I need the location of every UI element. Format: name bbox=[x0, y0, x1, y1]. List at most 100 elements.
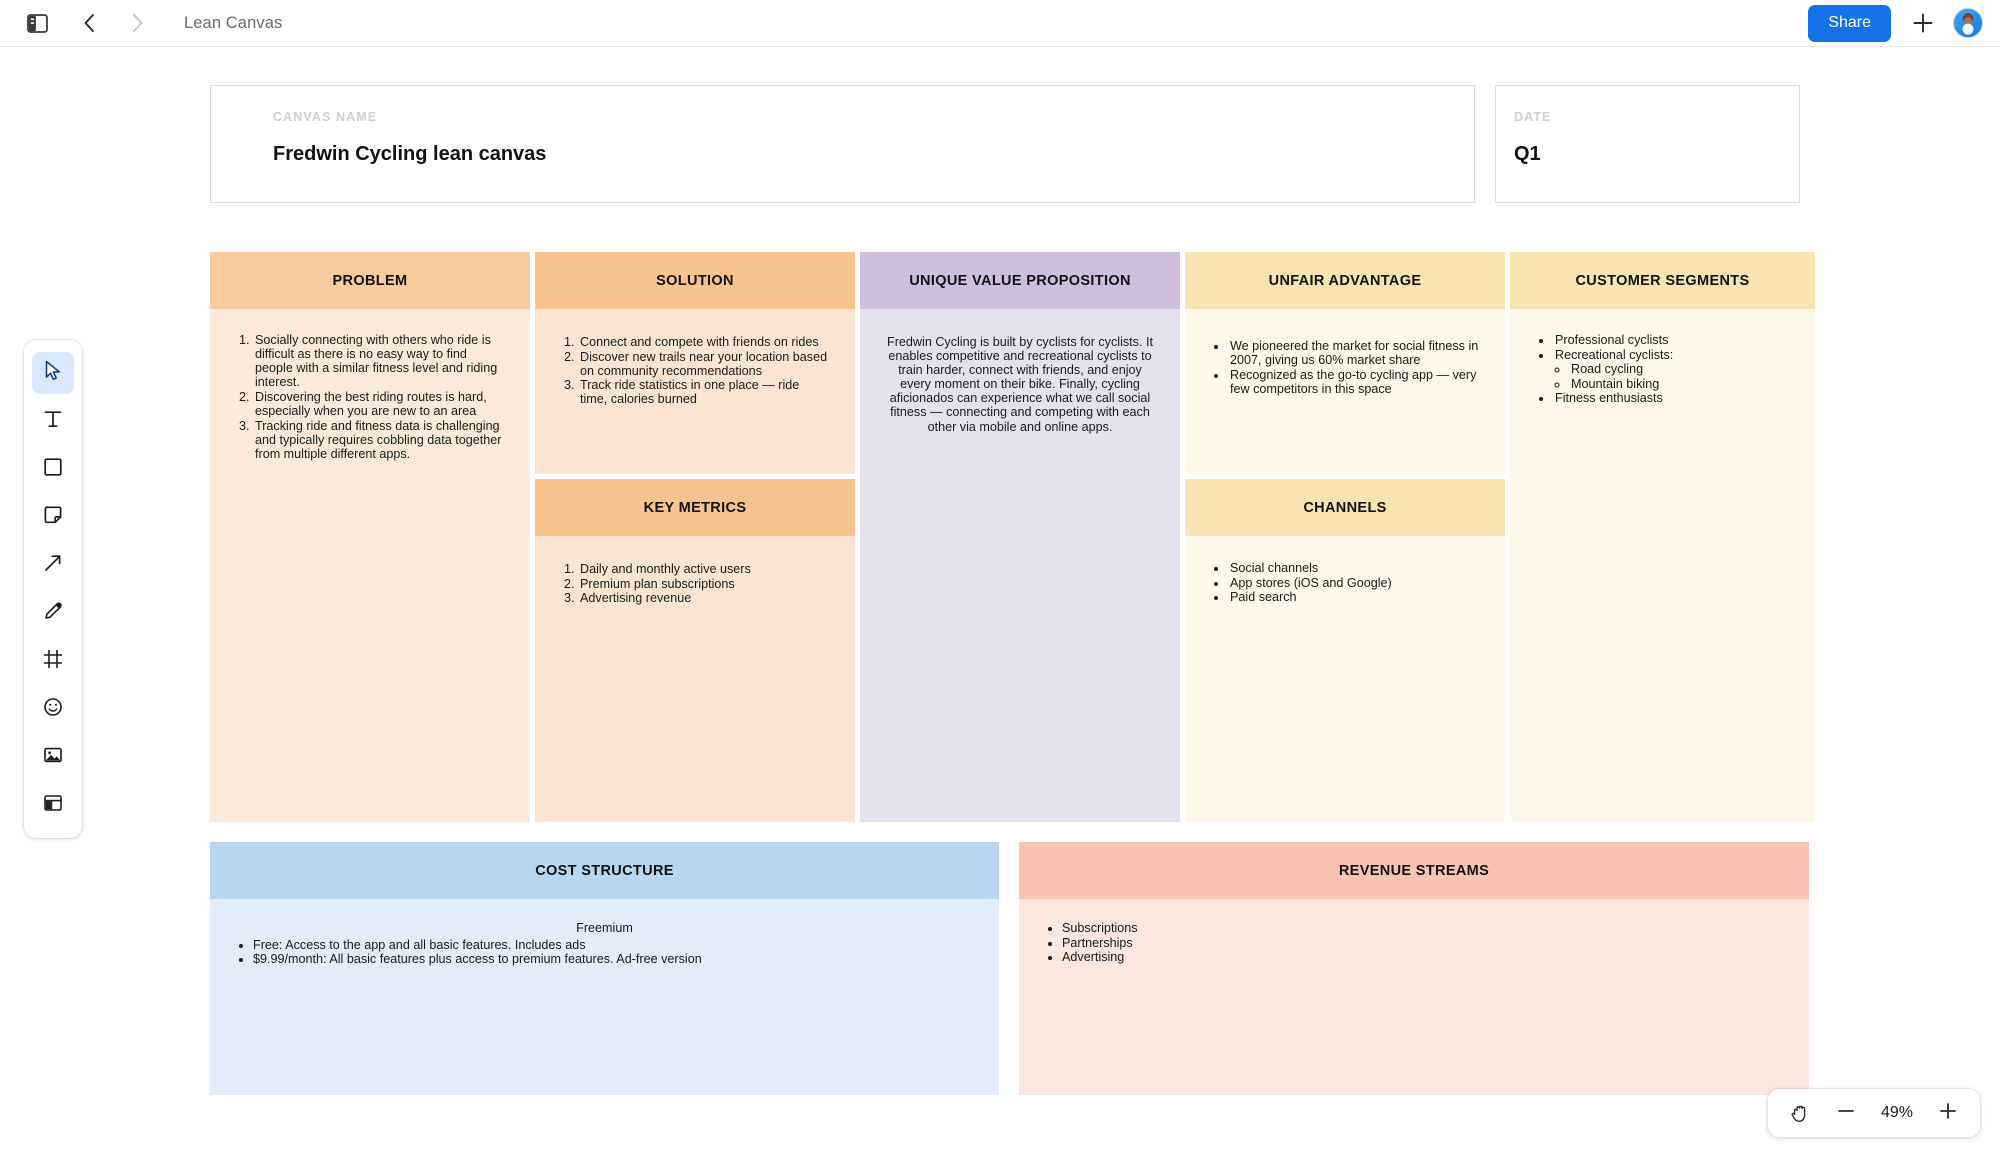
column-problem: PROBLEM Socially connecting with others … bbox=[210, 252, 530, 822]
text-t-icon bbox=[43, 409, 63, 434]
list-item: Recognized as the go-to cycling app — ve… bbox=[1228, 368, 1479, 396]
cell-customer-segments-title: CUSTOMER SEGMENTS bbox=[1510, 252, 1815, 309]
canvas-date-card[interactable]: DATE Q1 bbox=[1495, 85, 1800, 203]
cell-revenue-streams-body[interactable]: Subscriptions Partnerships Advertising bbox=[1019, 899, 1809, 1095]
cell-revenue-streams[interactable]: REVENUE STREAMS Subscriptions Partnershi… bbox=[1019, 842, 1809, 1095]
list-item: Paid search bbox=[1228, 590, 1479, 604]
list-item: Social channels bbox=[1228, 561, 1479, 575]
cell-unfair-advantage[interactable]: UNFAIR ADVANTAGE We pioneered the market… bbox=[1185, 252, 1505, 474]
list-item: Free: Access to the app and all basic fe… bbox=[253, 938, 973, 953]
cell-key-metrics[interactable]: KEY METRICS Daily and monthly active use… bbox=[535, 479, 855, 822]
list-item: Daily and monthly active users bbox=[578, 562, 829, 576]
chevron-left-icon[interactable] bbox=[72, 6, 106, 40]
list-item: Professional cyclists bbox=[1553, 333, 1789, 347]
cell-key-metrics-body[interactable]: Daily and monthly active users Premium p… bbox=[535, 536, 855, 822]
cell-problem[interactable]: PROBLEM Socially connecting with others … bbox=[210, 252, 530, 822]
list-item: Fitness enthusiasts bbox=[1553, 391, 1789, 405]
list-item: Discovering the best riding routes is ha… bbox=[253, 390, 504, 418]
lean-canvas-bottom-row: COST STRUCTURE Freemium Free: Access to … bbox=[210, 842, 1810, 1095]
uvp-text: Fredwin Cycling is built by cyclists for… bbox=[882, 335, 1158, 434]
list-item: We pioneered the market for social fitne… bbox=[1228, 339, 1479, 367]
top-toolbar: Lean Canvas Share bbox=[0, 0, 2000, 47]
avatar[interactable] bbox=[1953, 8, 1983, 38]
cell-cost-structure-title: COST STRUCTURE bbox=[210, 842, 999, 899]
column-uvp: UNIQUE VALUE PROPOSITION Fredwin Cycling… bbox=[860, 252, 1180, 822]
list-item: Track ride statistics in one place — rid… bbox=[578, 378, 829, 406]
canvas-date-value[interactable]: Q1 bbox=[1514, 143, 1761, 166]
canvas-name-label: CANVAS NAME bbox=[273, 110, 1436, 124]
list-item: $9.99/month: All basic features plus acc… bbox=[253, 952, 973, 967]
cell-customer-segments[interactable]: CUSTOMER SEGMENTS Professional cyclists … bbox=[1510, 252, 1815, 822]
hand-pan-icon[interactable] bbox=[1784, 1097, 1816, 1129]
cell-cost-structure[interactable]: COST STRUCTURE Freemium Free: Access to … bbox=[210, 842, 999, 1095]
list-item: Advertising bbox=[1062, 950, 1783, 965]
cell-unfair-advantage-title: UNFAIR ADVANTAGE bbox=[1185, 252, 1505, 309]
list-item: App stores (iOS and Google) bbox=[1228, 576, 1479, 590]
list-item: Socially connecting with others who ride… bbox=[253, 333, 504, 389]
canvas-name-card[interactable]: CANVAS NAME Fredwin Cycling lean canvas bbox=[210, 85, 1475, 203]
cell-problem-body[interactable]: Socially connecting with others who ride… bbox=[210, 309, 530, 822]
cell-customer-segments-body[interactable]: Professional cyclists Recreational cycli… bbox=[1510, 309, 1815, 822]
plus-icon[interactable] bbox=[1903, 3, 1943, 43]
cell-unfair-advantage-body[interactable]: We pioneered the market for social fitne… bbox=[1185, 309, 1505, 474]
canvas-area[interactable]: CANVAS NAME Fredwin Cycling lean canvas … bbox=[0, 47, 2000, 1156]
list-item: Advertising revenue bbox=[578, 591, 829, 605]
sticky-note-tool[interactable] bbox=[32, 496, 74, 538]
arrow-diagonal-icon bbox=[43, 553, 63, 578]
connector-tool[interactable] bbox=[32, 544, 74, 586]
select-tool[interactable] bbox=[32, 352, 74, 394]
cell-uvp-title: UNIQUE VALUE PROPOSITION bbox=[860, 252, 1180, 309]
list-item: Discover new trails near your location b… bbox=[578, 350, 829, 378]
square-icon bbox=[43, 457, 63, 482]
list-item: Road cycling bbox=[1569, 362, 1789, 376]
canvas-meta-row: CANVAS NAME Fredwin Cycling lean canvas … bbox=[210, 85, 1810, 203]
share-button[interactable]: Share bbox=[1808, 5, 1891, 42]
list-item: Partnerships bbox=[1062, 936, 1783, 951]
list-item: Recreational cyclists: bbox=[1553, 348, 1789, 362]
canvas-name-value[interactable]: Fredwin Cycling lean canvas bbox=[273, 143, 1436, 166]
column-unfair-advantage: UNFAIR ADVANTAGE We pioneered the market… bbox=[1185, 252, 1505, 822]
zoom-level[interactable]: 49% bbox=[1876, 1104, 1918, 1122]
tool-rail bbox=[24, 340, 82, 838]
cell-problem-title: PROBLEM bbox=[210, 252, 530, 309]
cell-cost-structure-body[interactable]: Freemium Free: Access to the app and all… bbox=[210, 899, 999, 1095]
chevron-right-icon[interactable] bbox=[120, 6, 154, 40]
minus-icon bbox=[1836, 1101, 1856, 1126]
text-tool[interactable] bbox=[32, 400, 74, 442]
emoji-tool[interactable] bbox=[32, 688, 74, 730]
cell-channels[interactable]: CHANNELS Social channels App stores (iOS… bbox=[1185, 479, 1505, 822]
template-tool[interactable] bbox=[32, 784, 74, 826]
zoom-in-button[interactable] bbox=[1932, 1097, 1964, 1129]
cell-solution[interactable]: SOLUTION Connect and compete with friend… bbox=[535, 252, 855, 474]
canvas-date-label: DATE bbox=[1514, 110, 1761, 124]
list-item: Premium plan subscriptions bbox=[578, 577, 829, 591]
pen-tool[interactable] bbox=[32, 592, 74, 634]
top-toolbar-right: Share bbox=[1808, 3, 2000, 43]
cell-uvp-body[interactable]: Fredwin Cycling is built by cyclists for… bbox=[860, 309, 1180, 822]
pencil-icon bbox=[43, 600, 64, 626]
column-customer-segments: CUSTOMER SEGMENTS Professional cyclists … bbox=[1510, 252, 1815, 822]
shape-tool[interactable] bbox=[32, 448, 74, 490]
cell-unique-value-proposition[interactable]: UNIQUE VALUE PROPOSITION Fredwin Cycling… bbox=[860, 252, 1180, 822]
cell-channels-body[interactable]: Social channels App stores (iOS and Goog… bbox=[1185, 536, 1505, 822]
sticky-note-icon bbox=[43, 505, 63, 530]
list-item: Subscriptions bbox=[1062, 921, 1783, 936]
lean-canvas-grid: PROBLEM Socially connecting with others … bbox=[210, 252, 1810, 822]
layout-template-icon bbox=[43, 793, 63, 818]
list-item: Mountain biking bbox=[1569, 377, 1789, 391]
sidebar-panel-icon[interactable] bbox=[20, 6, 54, 40]
image-tool[interactable] bbox=[32, 736, 74, 778]
list-item: Tracking ride and fitness data is challe… bbox=[253, 419, 504, 461]
frame-tool[interactable] bbox=[32, 640, 74, 682]
cell-key-metrics-title: KEY METRICS bbox=[535, 479, 855, 536]
frame-icon bbox=[43, 649, 63, 674]
column-solution: SOLUTION Connect and compete with friend… bbox=[535, 252, 855, 822]
plus-icon bbox=[1938, 1101, 1958, 1126]
zoom-out-button[interactable] bbox=[1830, 1097, 1862, 1129]
image-icon bbox=[43, 745, 63, 770]
cell-revenue-streams-title: REVENUE STREAMS bbox=[1019, 842, 1809, 899]
cell-channels-title: CHANNELS bbox=[1185, 479, 1505, 536]
cursor-arrow-icon bbox=[44, 360, 63, 386]
document-title[interactable]: Lean Canvas bbox=[184, 14, 282, 33]
cell-solution-body[interactable]: Connect and compete with friends on ride… bbox=[535, 309, 855, 474]
